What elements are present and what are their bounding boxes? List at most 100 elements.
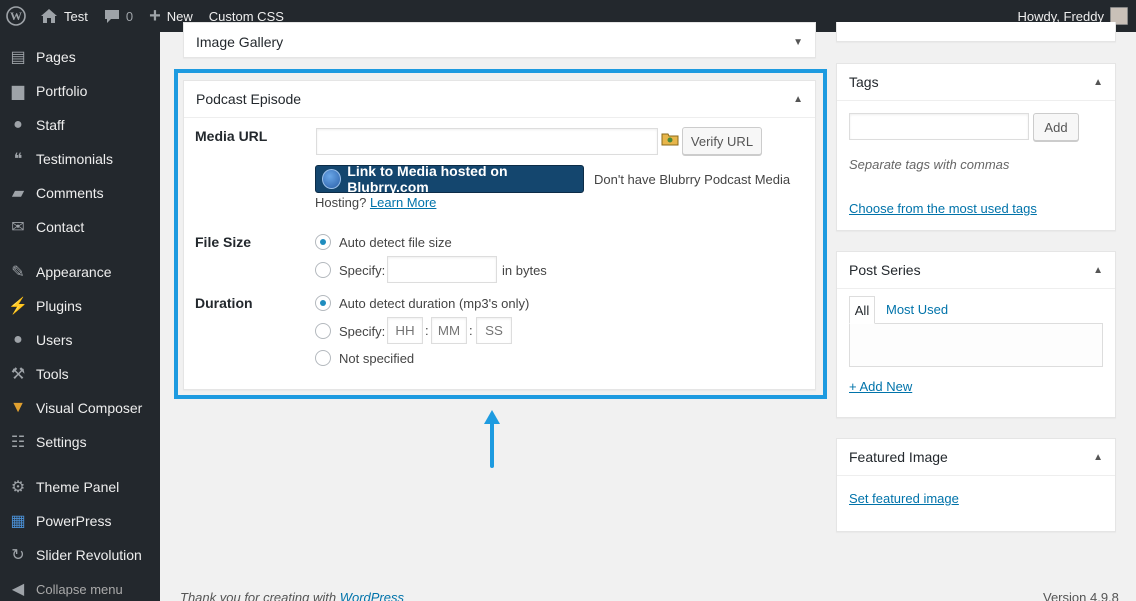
time-colon: : — [469, 323, 473, 338]
pages-icon: ▤ — [10, 49, 26, 66]
plus-icon: + — [149, 4, 161, 27]
admin-sidebar: ▤ Pages ▆ Portfolio ● Staff ❝ Testimonials ▰… — [0, 32, 160, 601]
comment-bubble-icon — [104, 9, 119, 23]
visual-composer-icon: ▼ — [10, 399, 26, 416]
in-bytes-label: in bytes — [502, 263, 547, 278]
auto-detect-duration-radio[interactable] — [315, 295, 331, 311]
series-checklist[interactable] — [849, 323, 1103, 367]
not-specified-label: Not specified — [339, 351, 415, 366]
chevron-down-icon[interactable]: ▼ — [793, 37, 803, 48]
time-colon: : — [425, 323, 429, 338]
globe-icon — [322, 169, 342, 189]
annotation-arrow-icon — [484, 410, 500, 468]
choose-tags-link[interactable]: Choose from the most used tags — [849, 201, 1037, 216]
tools-icon: ⚒ — [10, 366, 26, 383]
post-series-header[interactable]: Post Series ▲ — [837, 252, 1115, 289]
testimonials-icon: ❝ — [13, 151, 23, 168]
featured-image-header[interactable]: Featured Image ▲ — [837, 439, 1115, 476]
chevron-up-icon[interactable]: ▲ — [793, 94, 803, 105]
sidebar-item-contact[interactable]: ✉ Contact — [0, 210, 160, 244]
sidebar-item-label: Contact — [36, 219, 85, 235]
featured-image-title: Featured Image — [849, 449, 948, 465]
sidebar-item-label: Tools — [36, 366, 69, 382]
sidebar-item-testimonials[interactable]: ❝ Testimonials — [0, 142, 160, 176]
sidebar-item-label: Settings — [36, 434, 87, 450]
add-new-series-link[interactable]: + Add New — [849, 379, 912, 394]
duration-minutes-input[interactable] — [431, 317, 467, 344]
blubrry-button-label: Link to Media hosted on Blubrry.com — [347, 163, 508, 195]
set-featured-image-link[interactable]: Set featured image — [849, 491, 959, 506]
duration-hours-input[interactable] — [387, 317, 423, 344]
sidebar-item-settings[interactable]: ☷ Settings — [0, 425, 160, 459]
appearance-icon: ✎ — [11, 264, 25, 281]
wordpress-logo-icon[interactable]: W — [0, 0, 32, 32]
post-series-title: Post Series — [849, 262, 921, 278]
contact-icon: ✉ — [11, 219, 25, 236]
not-specified-radio[interactable] — [315, 350, 331, 366]
sidebar-item-staff[interactable]: ● Staff — [0, 108, 160, 142]
tab-most-used[interactable]: Most Used — [886, 302, 948, 317]
sidebar-item-theme-panel[interactable]: ⚙ Theme Panel — [0, 470, 160, 504]
file-size-input[interactable] — [387, 256, 497, 283]
sidebar-item-users[interactable]: ● Users — [0, 323, 160, 357]
sidebar-item-pages[interactable]: ▤ Pages — [0, 40, 160, 74]
podcast-episode-header[interactable]: Podcast Episode ▲ — [184, 81, 815, 118]
chevron-up-icon[interactable]: ▲ — [1093, 265, 1103, 276]
collapse-menu-label: Collapse menu — [36, 581, 123, 597]
image-gallery-box: Image Gallery ▼ — [183, 22, 816, 58]
sidebar-item-label: Staff — [36, 117, 65, 133]
folder-icon[interactable] — [661, 132, 679, 146]
sidebar-item-label: Appearance — [36, 264, 112, 280]
collapse-menu-button[interactable]: ◀ Collapse menu — [0, 572, 160, 601]
sidebar-item-tools[interactable]: ⚒ Tools — [0, 357, 160, 391]
chevron-up-icon[interactable]: ▲ — [1093, 77, 1103, 88]
sidebar-item-visual-composer[interactable]: ▼ Visual Composer — [0, 391, 160, 425]
sidebar-item-label: Visual Composer — [36, 400, 143, 416]
auto-detect-duration-label: Auto detect duration (mp3's only) — [339, 296, 530, 311]
podcast-episode-title: Podcast Episode — [196, 91, 302, 107]
learn-more-link[interactable]: Learn More — [370, 195, 436, 210]
footer-version: Version 4.9.8 — [1043, 590, 1119, 601]
slider-revolution-icon: ↻ — [11, 547, 25, 564]
media-url-input[interactable] — [316, 128, 658, 155]
specify-size-radio[interactable] — [315, 262, 331, 278]
blubrry-note: Don't have Blubrry Podcast Media — [594, 172, 791, 187]
sidebar-item-label: Testimonials — [36, 151, 114, 167]
duration-label: Duration — [195, 295, 253, 311]
hosting-prefix: Hosting? — [315, 195, 367, 210]
site-name: Test — [64, 8, 88, 24]
home-icon — [41, 9, 57, 23]
sidebar-item-appearance[interactable]: ✎ Appearance — [0, 255, 160, 289]
media-url-label: Media URL — [195, 128, 268, 144]
footer-thanks-text: Thank you for creating with — [180, 590, 337, 601]
blubrry-link-button[interactable]: Link to Media hosted on Blubrry.com — [315, 163, 584, 195]
sidebar-item-portfolio[interactable]: ▆ Portfolio — [0, 74, 160, 108]
wordpress-link[interactable]: WordPress — [340, 590, 404, 601]
image-gallery-title: Image Gallery — [196, 34, 284, 50]
sidebar-item-label: Slider Revolution — [36, 547, 142, 563]
plugins-icon: ⚡ — [8, 298, 28, 315]
specify-duration-radio[interactable] — [315, 323, 331, 339]
footer-thanks: Thank you for creating with WordPress — [180, 590, 404, 601]
add-tag-button[interactable]: Add — [1033, 113, 1079, 141]
sidebar-item-powerpress[interactable]: ▦ PowerPress — [0, 504, 160, 538]
users-icon: ● — [13, 331, 23, 348]
site-name-link[interactable]: Test — [32, 0, 96, 32]
sidebar-item-label: Pages — [36, 49, 76, 65]
comments-link[interactable]: 0 — [96, 0, 141, 32]
featured-image-box: Featured Image ▲ — [836, 438, 1116, 532]
tab-all[interactable]: All — [849, 296, 875, 324]
image-gallery-header[interactable]: Image Gallery ▼ — [184, 23, 815, 59]
sidebar-item-slider-revolution[interactable]: ↻ Slider Revolution — [0, 538, 160, 572]
verify-url-button[interactable]: Verify URL — [682, 127, 762, 155]
sidebar-item-plugins[interactable]: ⚡ Plugins — [0, 289, 160, 323]
sidebar-item-comments[interactable]: ▰ Comments — [0, 176, 160, 210]
specify-duration-label: Specify: — [339, 324, 386, 339]
duration-seconds-input[interactable] — [476, 317, 512, 344]
new-tag-input[interactable] — [849, 113, 1029, 140]
auto-detect-size-radio[interactable] — [315, 234, 331, 250]
sidebar-item-label: Plugins — [36, 298, 82, 314]
chevron-up-icon[interactable]: ▲ — [1093, 452, 1103, 463]
tags-header[interactable]: Tags ▲ — [837, 64, 1115, 101]
auto-detect-size-label: Auto detect file size — [339, 235, 452, 250]
